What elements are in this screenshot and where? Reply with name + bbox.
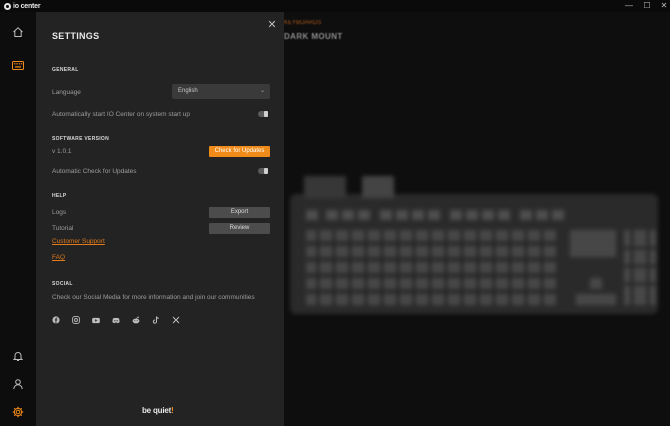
close-settings-button[interactable]: ✕ — [266, 19, 278, 31]
instagram-icon[interactable] — [72, 316, 80, 324]
user-icon — [13, 379, 23, 390]
auto-check-label: Automatic Check for Updates — [52, 168, 137, 175]
bell-icon — [12, 352, 24, 361]
close-window-button[interactable]: ✕ — [655, 0, 670, 12]
background-breadcrumb: KEYBOARDS — [284, 20, 322, 26]
tutorial-label: Tutorial — [52, 225, 74, 232]
youtube-icon[interactable] — [92, 316, 100, 324]
reddit-icon[interactable] — [132, 316, 140, 324]
autostart-label: Automatically start IO Center on system … — [52, 111, 190, 118]
logs-label: Logs — [52, 209, 67, 216]
title-bar: io center — ☐ ✕ — [0, 0, 670, 12]
x-icon[interactable] — [172, 316, 180, 324]
language-select[interactable]: English ⌄ — [172, 84, 270, 99]
language-label: Language — [52, 89, 81, 96]
nav-rail — [0, 12, 36, 426]
nav-account[interactable] — [9, 375, 27, 393]
version-text: v 1.0.1 — [52, 148, 72, 155]
chevron-down-icon: ⌄ — [259, 88, 265, 94]
settings-panel: ✕ SETTINGS GENERAL Language English ⌄ Au… — [36, 12, 284, 426]
brand-text: be quiet — [142, 406, 172, 415]
social-description: Check our Social Media for more informat… — [52, 294, 255, 301]
language-value: English — [178, 88, 198, 94]
review-button[interactable]: Review — [209, 223, 270, 234]
customer-support-link[interactable]: Customer Support — [52, 238, 105, 245]
facebook-icon[interactable] — [52, 316, 60, 324]
app-title: io center — [13, 2, 41, 10]
discord-icon[interactable] — [112, 316, 120, 324]
gear-icon — [12, 406, 24, 418]
background-device-title: DARK MOUNT — [284, 32, 343, 41]
maximize-button[interactable]: ☐ — [638, 0, 656, 12]
section-software-heading: SOFTWARE VERSION — [52, 136, 110, 142]
brand-logo: be quiet! — [142, 406, 174, 415]
social-links — [52, 316, 192, 324]
section-social-heading: SOCIAL — [52, 281, 73, 287]
device-view-backdrop: KEYBOARDS DARK MOUNT — [284, 12, 670, 426]
page-title: SETTINGS — [52, 31, 100, 41]
keyboard-image — [290, 176, 658, 314]
autostart-toggle[interactable] — [258, 111, 268, 117]
keyboard-icon — [12, 60, 24, 70]
logo-ring-icon — [4, 2, 11, 10]
export-button[interactable]: Export — [209, 207, 270, 218]
section-general-heading: GENERAL — [52, 67, 79, 73]
nav-devices[interactable] — [9, 56, 27, 74]
nav-settings[interactable] — [9, 403, 27, 421]
nav-notifications[interactable] — [9, 347, 27, 365]
brand-exclamation: ! — [171, 406, 174, 415]
minimize-button[interactable]: — — [620, 0, 638, 12]
home-icon — [13, 27, 23, 37]
section-help-heading: HELP — [52, 193, 67, 199]
auto-check-toggle[interactable] — [258, 168, 268, 174]
faq-link[interactable]: FAQ — [52, 254, 65, 261]
nav-home[interactable] — [9, 23, 27, 41]
check-updates-button[interactable]: Check for Updates — [209, 146, 270, 157]
tiktok-icon[interactable] — [152, 316, 160, 324]
app-logo: io center — [4, 1, 41, 11]
